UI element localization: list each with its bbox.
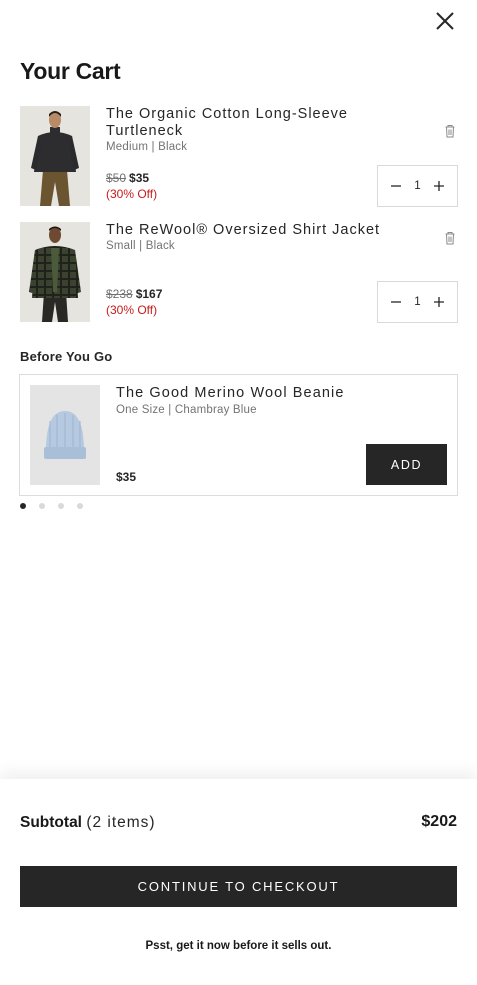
item-name[interactable]: The ReWool® Oversized Shirt Jacket: [106, 222, 406, 239]
upsell-card: The Good Merino Wool Beanie One Size | C…: [19, 374, 458, 496]
subtotal-label: Subtotal (2 items): [20, 814, 156, 832]
item-name[interactable]: The Organic Cotton Long-Sleeve Turtlenec…: [106, 106, 406, 140]
price-row: $50 $35: [106, 171, 149, 185]
carousel-pagination: [20, 503, 96, 509]
remove-item-button[interactable]: [444, 231, 456, 245]
plus-icon: [434, 297, 444, 307]
quantity-stepper: 1: [377, 281, 458, 323]
cart-footer: Subtotal (2 items) $202 CONTINUE TO CHEC…: [0, 779, 477, 985]
discount-label: (30% Off): [106, 303, 158, 317]
urgency-message: Psst, get it now before it sells out.: [145, 940, 332, 952]
trash-icon: [445, 125, 455, 138]
product-image[interactable]: [20, 106, 90, 206]
original-price: $50: [106, 171, 127, 185]
checkout-button[interactable]: CONTINUE TO CHECKOUT: [20, 866, 457, 907]
carousel-dot[interactable]: [77, 503, 83, 509]
remove-item-button[interactable]: [444, 124, 456, 138]
upsell-product-variant: One Size | Chambray Blue: [116, 404, 257, 416]
quantity-stepper: 1: [377, 165, 458, 207]
item-variant: Small | Black: [106, 240, 175, 252]
trash-icon: [445, 232, 455, 245]
close-button[interactable]: [432, 8, 458, 34]
subtotal-item-count: (2 items): [86, 814, 156, 831]
item-variant: Medium | Black: [106, 141, 188, 153]
price-row: $238 $167: [106, 287, 162, 301]
carousel-dot[interactable]: [20, 503, 26, 509]
carousel-dot[interactable]: [39, 503, 45, 509]
product-image[interactable]: [20, 222, 90, 322]
plus-icon: [434, 181, 444, 191]
increase-quantity-button[interactable]: [425, 166, 453, 206]
original-price: $238: [106, 287, 133, 301]
cart-item: The ReWool® Oversized Shirt Jacket Small…: [20, 222, 458, 323]
upsell-product-name[interactable]: The Good Merino Wool Beanie: [116, 385, 345, 401]
add-to-cart-button[interactable]: ADD: [366, 444, 447, 485]
sale-price: $35: [129, 171, 150, 185]
subtotal-value: $202: [421, 813, 457, 830]
upsell-product-price: $35: [116, 470, 137, 484]
minus-icon: [391, 185, 401, 187]
page-title: Your Cart: [20, 58, 121, 84]
upsell-product-image[interactable]: [30, 385, 100, 485]
increase-quantity-button[interactable]: [425, 282, 453, 322]
minus-icon: [391, 301, 401, 303]
subtotal-title: Subtotal: [20, 814, 82, 831]
sale-price: $167: [135, 287, 163, 301]
upsell-heading: Before You Go: [20, 349, 113, 364]
discount-label: (30% Off): [106, 187, 158, 201]
cart-item: The Organic Cotton Long-Sleeve Turtlenec…: [20, 106, 458, 207]
carousel-dot[interactable]: [58, 503, 64, 509]
close-icon: [436, 12, 454, 30]
